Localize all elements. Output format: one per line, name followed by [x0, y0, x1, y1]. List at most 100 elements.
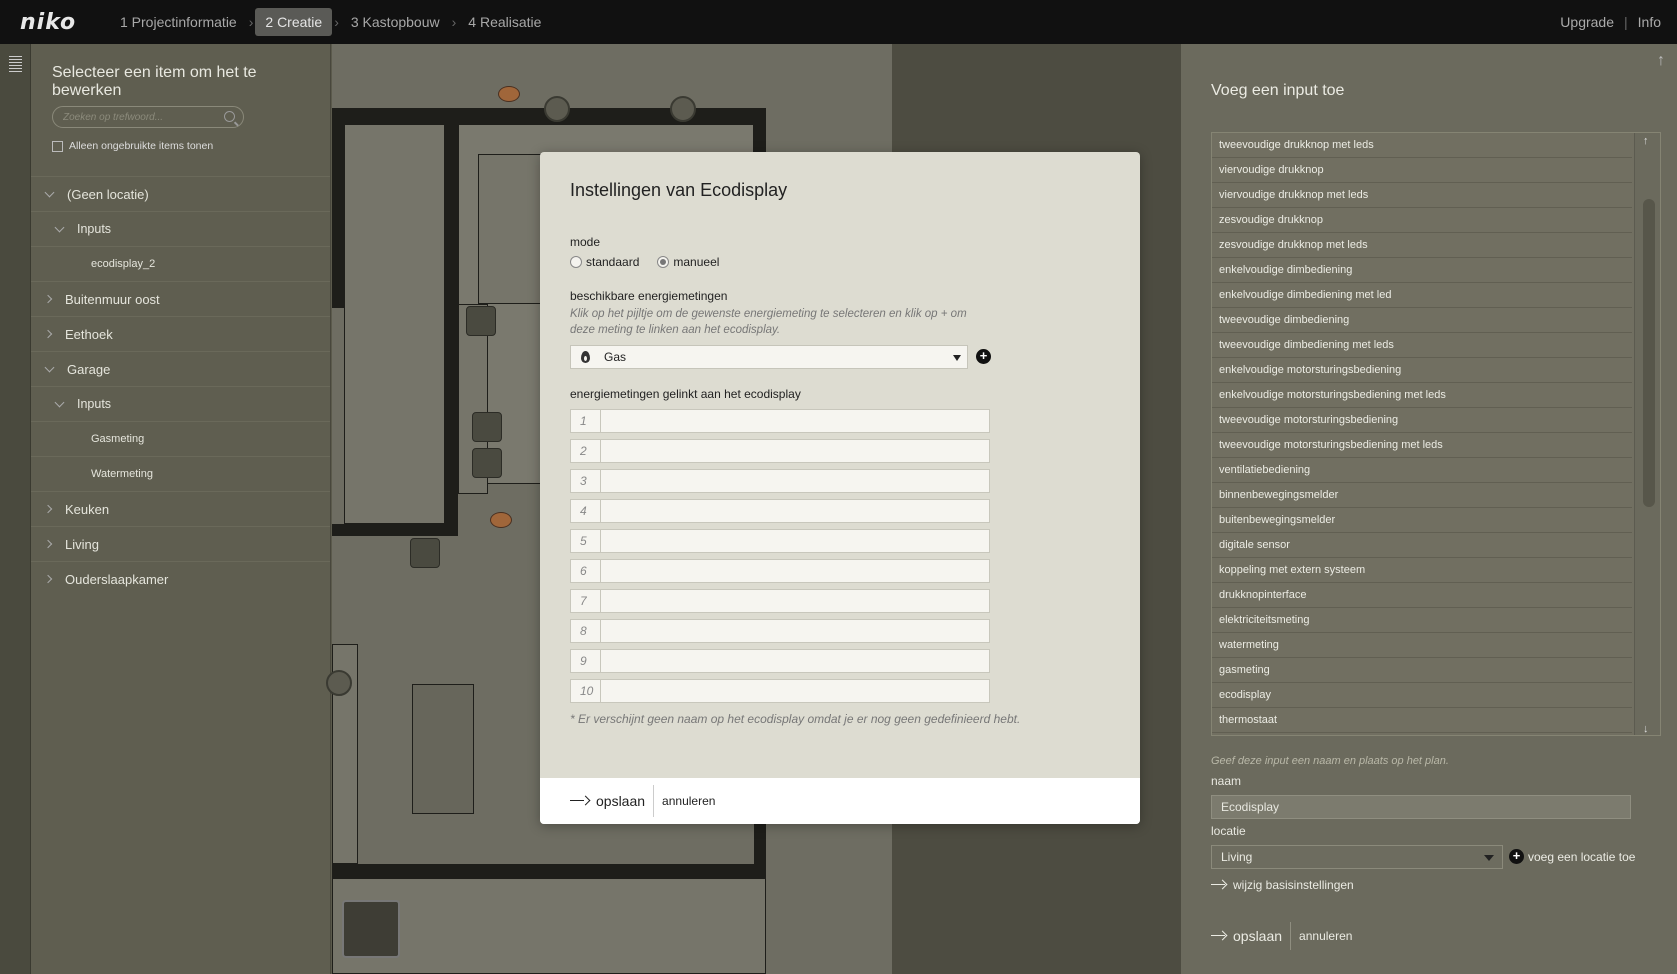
wizard-step[interactable]: 1 Projectinformatie [110, 8, 247, 36]
plan-device[interactable] [466, 306, 496, 336]
slot-value[interactable] [601, 590, 989, 612]
plan-device[interactable] [342, 900, 400, 958]
input-type-item[interactable]: tweevoudige dimbediening [1212, 308, 1632, 333]
tree-item[interactable]: Living [31, 526, 330, 561]
slot-value[interactable] [601, 500, 989, 522]
tree-item[interactable]: Gasmeting [31, 421, 330, 456]
scroll-thumb[interactable] [1643, 199, 1655, 507]
chevron-down-icon[interactable] [54, 397, 65, 407]
linked-measurement-slot[interactable]: 3 [570, 469, 990, 493]
input-type-item[interactable]: ventilatiebediening [1212, 458, 1632, 483]
plan-device[interactable] [472, 448, 502, 478]
input-type-item[interactable]: ecodisplay [1212, 683, 1632, 708]
input-type-item[interactable]: drukknopinterface [1212, 583, 1632, 608]
arrow-up-icon[interactable]: ↑ [1657, 52, 1665, 70]
input-type-item[interactable]: zesvoudige drukknop [1212, 208, 1632, 233]
input-type-item[interactable]: binnenbewegingsmelder [1212, 483, 1632, 508]
dialog-cancel-button[interactable]: annuleren [662, 794, 715, 808]
slot-value[interactable] [601, 560, 989, 582]
chevron-right-icon[interactable] [43, 504, 53, 514]
link-measurement-button[interactable]: + [976, 349, 991, 364]
chevron-right-icon[interactable] [43, 574, 53, 584]
input-type-item[interactable]: watermeting [1212, 633, 1632, 658]
location-select[interactable]: Living [1211, 845, 1503, 869]
linked-measurement-slot[interactable]: 8 [570, 619, 990, 643]
plan-device[interactable] [472, 412, 502, 442]
plan-marker[interactable] [498, 86, 520, 102]
linked-measurement-slot[interactable]: 5 [570, 529, 990, 553]
input-type-item[interactable]: koppeling met extern systeem [1212, 558, 1632, 583]
input-type-item[interactable]: digitale sensor [1212, 533, 1632, 558]
add-location-button[interactable]: + voeg een locatie toe [1509, 849, 1635, 864]
radio-icon[interactable] [570, 256, 582, 268]
slot-value[interactable] [601, 680, 989, 702]
tree-item[interactable]: ecodisplay_2 [31, 246, 330, 281]
plan-marker[interactable] [490, 512, 512, 528]
input-type-item[interactable]: enkelvoudige dimbediening met led [1212, 283, 1632, 308]
unused-filter-checkbox[interactable] [52, 140, 63, 152]
tree-item[interactable]: Eethoek [31, 316, 330, 351]
dialog-save-button[interactable]: opslaan [570, 793, 645, 809]
search-input[interactable] [53, 107, 213, 128]
input-type-item[interactable]: gasmeting [1212, 658, 1632, 683]
tree-item[interactable]: Buitenmuur oost [31, 281, 330, 316]
slot-value[interactable] [601, 440, 989, 462]
linked-measurement-slot[interactable]: 10 [570, 679, 990, 703]
linked-measurement-slot[interactable]: 6 [570, 559, 990, 583]
input-type-item[interactable]: tweevoudige dimbediening met leds [1212, 333, 1632, 358]
edit-basic-settings-link[interactable]: wijzig basisinstellingen [1211, 878, 1354, 892]
mode-option[interactable]: manueel [657, 255, 719, 269]
input-type-item[interactable]: enkelvoudige motorsturingsbediening [1212, 358, 1632, 383]
input-type-item[interactable]: enkelvoudige dimbediening [1212, 258, 1632, 283]
radio-icon[interactable] [657, 256, 670, 268]
linked-measurement-slot[interactable]: 9 [570, 649, 990, 673]
search-icon[interactable] [224, 111, 235, 122]
wizard-step[interactable]: 3 Kastopbouw [341, 8, 450, 36]
slot-value[interactable] [601, 470, 989, 492]
input-type-item[interactable]: zesvoudige drukknop met leds [1212, 233, 1632, 258]
scroll-up-icon[interactable]: ↑ [1643, 135, 1649, 147]
tree-item[interactable]: Ouderslaapkamer [31, 561, 330, 596]
list-toggle-icon[interactable] [9, 56, 22, 74]
tree-item[interactable]: Inputs [31, 386, 330, 421]
chevron-down-icon[interactable] [44, 187, 55, 197]
input-type-item[interactable]: tweevoudige drukknop met leds [1212, 133, 1632, 158]
panel-save-button[interactable]: opslaan [1211, 928, 1282, 944]
slot-value[interactable] [601, 530, 989, 552]
tree-item[interactable]: (Geen locatie) [31, 176, 330, 211]
chevron-right-icon[interactable] [43, 329, 53, 339]
wizard-step[interactable]: 2 Creatie [255, 8, 333, 36]
input-type-item[interactable]: viervoudige drukknop met leds [1212, 183, 1632, 208]
plan-device[interactable] [544, 96, 570, 122]
input-type-item[interactable]: enkelvoudige motorsturingsbediening met … [1212, 383, 1632, 408]
plan-device[interactable] [410, 538, 440, 568]
plan-device[interactable] [670, 96, 696, 122]
input-type-item[interactable]: thermostaat [1212, 708, 1632, 733]
wizard-step[interactable]: 4 Realisatie [458, 8, 551, 36]
scroll-down-icon[interactable]: ↓ [1643, 723, 1649, 735]
list-scrollbar[interactable]: ↑ ↓ [1634, 133, 1660, 735]
input-type-item[interactable]: viervoudige drukknop [1212, 158, 1632, 183]
measurement-select[interactable]: Gas [570, 345, 968, 369]
chevron-down-icon[interactable] [54, 222, 65, 232]
info-link[interactable]: Info [1638, 14, 1661, 30]
tree-item[interactable]: Watermeting [31, 456, 330, 491]
mode-option[interactable]: standaard [570, 255, 639, 269]
linked-measurement-slot[interactable]: 1 [570, 409, 990, 433]
linked-measurement-slot[interactable]: 7 [570, 589, 990, 613]
panel-cancel-button[interactable]: annuleren [1299, 929, 1352, 943]
slot-value[interactable] [601, 620, 989, 642]
linked-measurement-slot[interactable]: 2 [570, 439, 990, 463]
input-type-item[interactable]: tweevoudige motorsturingsbediening met l… [1212, 433, 1632, 458]
slot-value[interactable] [601, 410, 989, 432]
input-type-item[interactable]: elektriciteitsmeting [1212, 608, 1632, 633]
linked-measurement-slot[interactable]: 4 [570, 499, 990, 523]
upgrade-link[interactable]: Upgrade [1560, 14, 1614, 30]
slot-value[interactable] [601, 650, 989, 672]
chevron-right-icon[interactable] [43, 539, 53, 549]
chevron-down-icon[interactable] [44, 362, 55, 372]
plan-device[interactable] [326, 670, 352, 696]
input-type-item[interactable]: tweevoudige motorsturingsbediening [1212, 408, 1632, 433]
niko-logo[interactable]: niko [0, 10, 110, 35]
chevron-right-icon[interactable] [43, 294, 53, 304]
